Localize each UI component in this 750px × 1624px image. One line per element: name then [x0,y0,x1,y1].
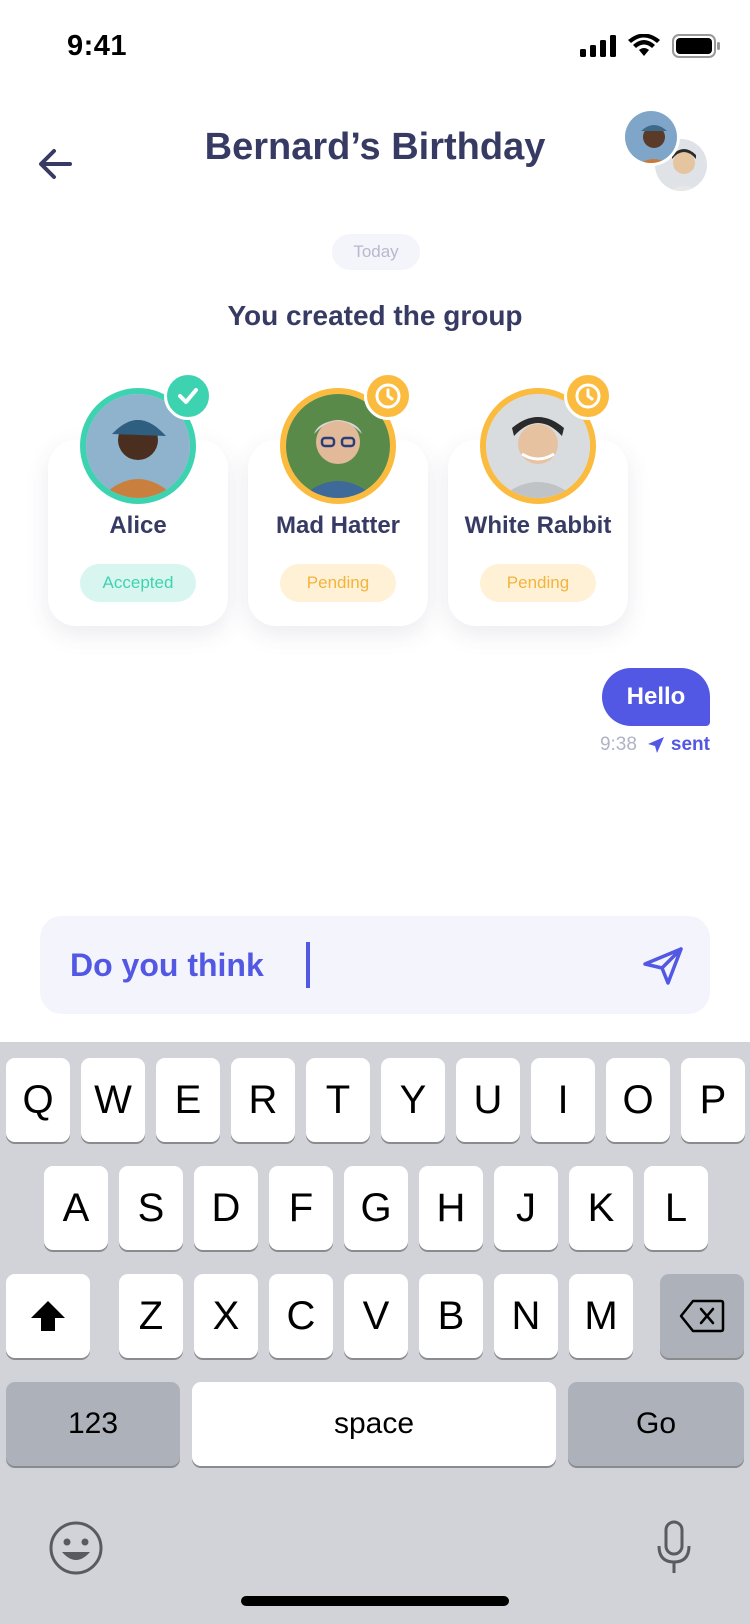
cellular-signal-icon [580,35,616,57]
home-indicator[interactable] [241,1596,509,1606]
dictation-button[interactable] [656,1520,692,1576]
space-key[interactable]: space [192,1382,556,1466]
key-p[interactable]: P [681,1058,745,1142]
key-v[interactable]: V [344,1274,408,1358]
key-b[interactable]: B [419,1274,483,1358]
member-name: White Rabbit [464,512,612,539]
date-chip: Today [332,234,420,270]
text-caret [306,942,310,988]
numbers-key[interactable]: 123 [6,1382,180,1466]
member-card-alice[interactable]: Alice Accepted [48,372,228,626]
status-badge: Pending [280,564,396,602]
key-h[interactable]: H [419,1166,483,1250]
shift-icon [31,1301,65,1331]
send-icon [643,947,683,985]
keyboard: Q W E R T Y U I O P A S D F G H J K L Z … [0,1042,750,1624]
member-card-mad-hatter[interactable]: Mad Hatter Pending [248,372,428,626]
group-avatars[interactable] [622,108,712,198]
message-bubble[interactable]: Hello [602,668,710,726]
key-q[interactable]: Q [6,1058,70,1142]
shift-key[interactable] [6,1274,90,1358]
clock-badge-icon [564,372,612,420]
checkmark-badge-icon [164,372,212,420]
key-g[interactable]: G [344,1166,408,1250]
message-state: sent [647,734,710,756]
microphone-icon [657,1520,691,1573]
emoji-icon [49,1521,103,1575]
key-k[interactable]: K [569,1166,633,1250]
avatar [622,108,680,166]
key-y[interactable]: Y [381,1058,445,1142]
key-e[interactable]: E [156,1058,220,1142]
key-m[interactable]: M [569,1274,633,1358]
key-s[interactable]: S [119,1166,183,1250]
status-badge: Pending [480,564,596,602]
key-f[interactable]: F [269,1166,333,1250]
message-meta: 9:38 sent [600,734,710,756]
message-input[interactable] [70,940,610,990]
sent-arrow-icon [647,737,664,753]
key-i[interactable]: I [531,1058,595,1142]
delete-key[interactable] [660,1274,744,1358]
key-a[interactable]: A [44,1166,108,1250]
status-bar: 9:41 [0,0,750,96]
send-button[interactable] [642,946,684,986]
system-message: You created the group [227,300,523,331]
key-j[interactable]: J [494,1166,558,1250]
key-t[interactable]: T [306,1058,370,1142]
backspace-icon [679,1299,725,1333]
status-badge: Accepted [80,564,196,602]
key-n[interactable]: N [494,1274,558,1358]
key-l[interactable]: L [644,1166,708,1250]
key-w[interactable]: W [81,1058,145,1142]
clock-badge-icon [364,372,412,420]
message-time: 9:38 [599,734,637,755]
message-state-label: sent [670,734,710,755]
key-d[interactable]: D [194,1166,258,1250]
member-name: Mad Hatter [275,512,401,539]
status-time: 9:41 [67,30,128,62]
key-z[interactable]: Z [119,1274,183,1358]
emoji-button[interactable] [48,1520,104,1576]
message-composer [40,916,710,1014]
status-icons [580,34,720,58]
key-o[interactable]: O [606,1058,670,1142]
key-x[interactable]: X [194,1274,258,1358]
key-r[interactable]: R [231,1058,295,1142]
go-key[interactable]: Go [568,1382,744,1466]
member-name: Alice [109,512,167,539]
key-c[interactable]: C [269,1274,333,1358]
battery-icon [672,34,720,58]
member-card-white-rabbit[interactable]: White Rabbit Pending [448,372,628,626]
key-u[interactable]: U [456,1058,520,1142]
wifi-icon [628,34,660,56]
